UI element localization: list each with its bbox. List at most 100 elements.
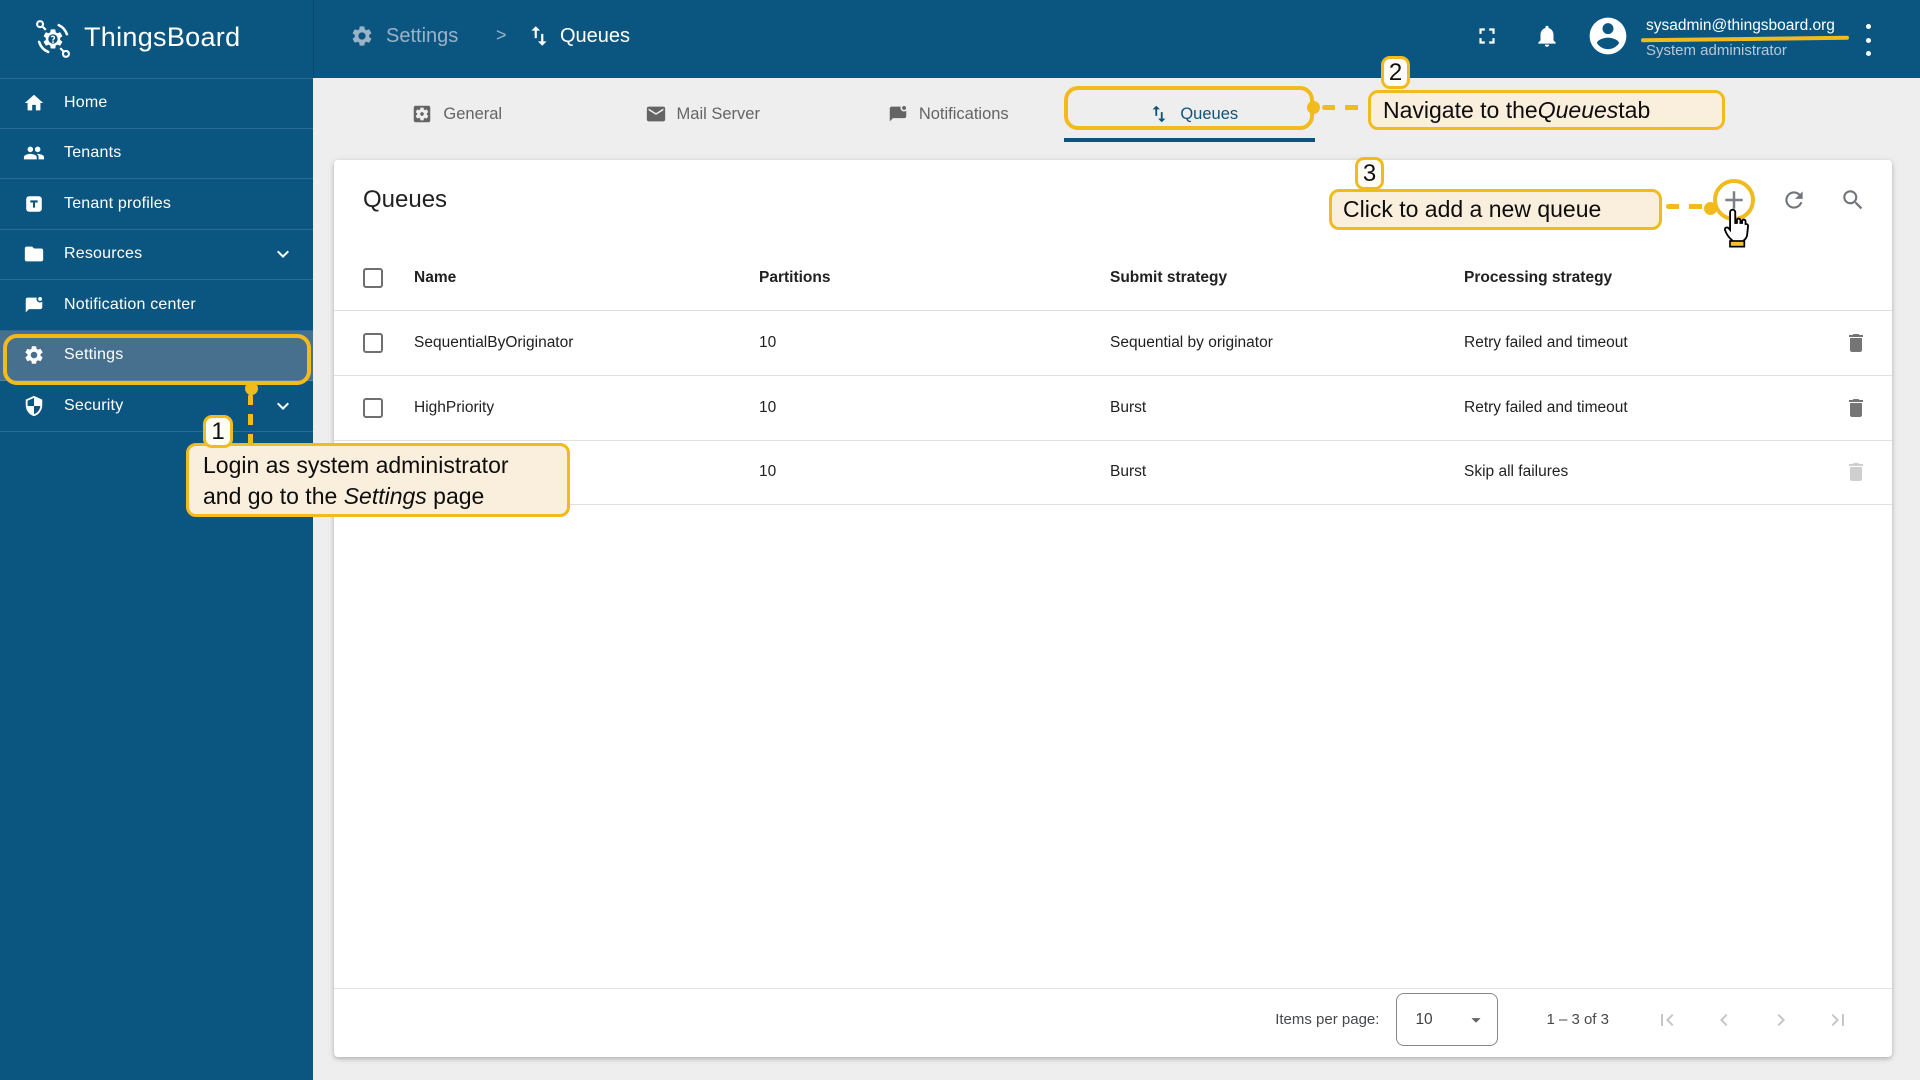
cursor-hand-icon [1721, 207, 1751, 248]
brand-title: ThingsBoard [84, 22, 241, 52]
previous-page-icon[interactable] [1712, 1008, 1736, 1032]
header-divider [313, 0, 314, 78]
user-email: sysadmin@thingsboard.org [1646, 17, 1835, 34]
mail-icon [645, 103, 667, 125]
breadcrumb-page: Queues [560, 25, 631, 47]
thingsboard-app: ThingsBoard Settings > Queues sysadmin@t… [0, 0, 1920, 1080]
callout-text-em: Queues [1537, 96, 1619, 123]
cell-processing-strategy: Skip all failures [1464, 463, 1569, 480]
tab-label: General [443, 104, 503, 123]
refresh-button[interactable] [1781, 187, 1807, 213]
items-per-page-select[interactable]: 10 [1396, 993, 1499, 1046]
sidebar-item-label: Notification center [64, 295, 196, 313]
tab-general[interactable]: General [334, 90, 580, 138]
row-checkbox[interactable] [363, 398, 383, 418]
sidebar-item-tenants[interactable]: Tenants [0, 129, 313, 179]
cell-name: HighPriority [414, 399, 495, 416]
sidebar-item-security[interactable]: Security [0, 381, 313, 432]
annotation-connector-dot [245, 382, 258, 395]
breadcrumb-section[interactable]: Settings [386, 25, 458, 48]
breadcrumb-separator: > [496, 25, 507, 45]
cell-processing-strategy: Retry failed and timeout [1464, 399, 1628, 416]
card-title: Queues [363, 186, 448, 213]
annotation-dashed-line-horizontal [1666, 204, 1706, 209]
table-row[interactable]: HighPriority 10 Burst Retry failed and t… [334, 376, 1892, 441]
items-per-page-label: Items per page: [1275, 1011, 1380, 1028]
annotation-connector-dot [1307, 101, 1320, 114]
cell-submit-strategy: Burst [1110, 463, 1147, 480]
sidebar-item-home[interactable]: Home [0, 78, 313, 129]
cell-partitions: 10 [759, 399, 777, 416]
tenant-profile-icon [23, 193, 45, 215]
sidebar-item-tenant-profiles[interactable]: Tenant profiles [0, 179, 313, 230]
notifications-bell-icon[interactable] [1534, 23, 1560, 49]
queues-card: Queues Name Partitions Submit strategy P… [334, 160, 1892, 1057]
pagination-controls [1655, 1008, 1850, 1032]
annotation-callout-step2: Navigate to the Queues tab [1368, 90, 1725, 130]
items-per-page-value: 10 [1415, 1010, 1433, 1028]
cell-partitions: 10 [759, 334, 777, 351]
sidebar-item-resources[interactable]: Resources [0, 230, 313, 280]
column-header-partitions[interactable]: Partitions [759, 269, 830, 287]
sidebar-item-label: Tenants [64, 144, 122, 162]
message-badge-icon [23, 294, 45, 316]
annotation-dashed-line-horizontal [1322, 105, 1368, 110]
more-menu-kebab-icon[interactable] [1866, 24, 1872, 56]
annotation-step-badge-2: 2 [1381, 56, 1410, 89]
cell-partitions: 10 [759, 463, 777, 480]
sidebar-nav: Home Tenants Tenant profiles Resources N… [0, 78, 313, 1080]
tab-label: Mail Server [676, 104, 760, 123]
table-header-row: Name Partitions Submit strategy Processi… [334, 246, 1892, 311]
user-avatar[interactable] [1586, 14, 1630, 58]
sidebar-item-label: Home [64, 94, 108, 112]
cell-submit-strategy: Sequential by originator [1110, 334, 1273, 351]
tab-mail-server[interactable]: Mail Server [580, 90, 826, 138]
callout-text: tab [1618, 96, 1651, 123]
annotation-step-badge-1: 1 [203, 415, 233, 448]
delete-queue-icon[interactable] [1844, 396, 1868, 420]
people-icon [23, 142, 45, 164]
user-role: System administrator [1646, 42, 1787, 59]
delete-queue-icon[interactable] [1844, 331, 1868, 355]
chevron-down-icon[interactable] [271, 242, 295, 266]
tab-label: Notifications [918, 104, 1009, 123]
cell-processing-strategy: Retry failed and timeout [1464, 334, 1628, 351]
sidebar-item-notification-center[interactable]: Notification center [0, 280, 313, 331]
callout-text: Navigate to the [1383, 96, 1538, 123]
callout-text-em: Settings [343, 483, 427, 509]
row-checkbox[interactable] [363, 333, 383, 353]
chevron-down-icon[interactable] [271, 394, 295, 418]
column-header-processing-strategy[interactable]: Processing strategy [1464, 269, 1612, 287]
annotation-outline-queues-tab [1064, 86, 1314, 130]
annotation-callout-step3: Click to add a new queue [1329, 189, 1662, 230]
sidebar-item-label: Security [64, 396, 124, 414]
annotation-email-underline [1640, 35, 1850, 42]
cell-name: SequentialByOriginator [414, 334, 574, 351]
fullscreen-icon[interactable] [1474, 23, 1500, 49]
folder-icon [23, 243, 45, 265]
last-page-icon[interactable] [1826, 1008, 1850, 1032]
search-button[interactable] [1840, 187, 1866, 213]
sidebar-item-label: Resources [64, 245, 143, 263]
tab-notifications[interactable]: Notifications [825, 90, 1071, 138]
breadcrumb-settings-gear-icon [350, 24, 374, 48]
settings-square-icon [411, 103, 433, 125]
shield-icon [23, 395, 45, 417]
cell-submit-strategy: Burst [1110, 399, 1147, 416]
thingsboard-logo-icon [30, 16, 76, 62]
breadcrumb-queues-swap-icon [526, 23, 552, 49]
dropdown-arrow-icon [1465, 1009, 1487, 1031]
column-header-name[interactable]: Name [414, 269, 456, 287]
next-page-icon[interactable] [1769, 1008, 1793, 1032]
table-row[interactable]: SequentialByOriginator 10 Sequential by … [334, 311, 1892, 376]
first-page-icon[interactable] [1655, 1008, 1679, 1032]
annotation-outline-settings [3, 334, 311, 385]
top-bar: ThingsBoard Settings > Queues sysadmin@t… [0, 0, 1920, 78]
pagination-range: 1 – 3 of 3 [1546, 1011, 1609, 1028]
select-all-checkbox[interactable] [363, 268, 383, 288]
annotation-dashed-line-vertical [248, 394, 253, 446]
callout-text: page [426, 483, 485, 509]
column-header-submit-strategy[interactable]: Submit strategy [1110, 269, 1227, 287]
callout-text: Click to add a new queue [1343, 196, 1602, 222]
message-badge-icon [887, 103, 909, 125]
